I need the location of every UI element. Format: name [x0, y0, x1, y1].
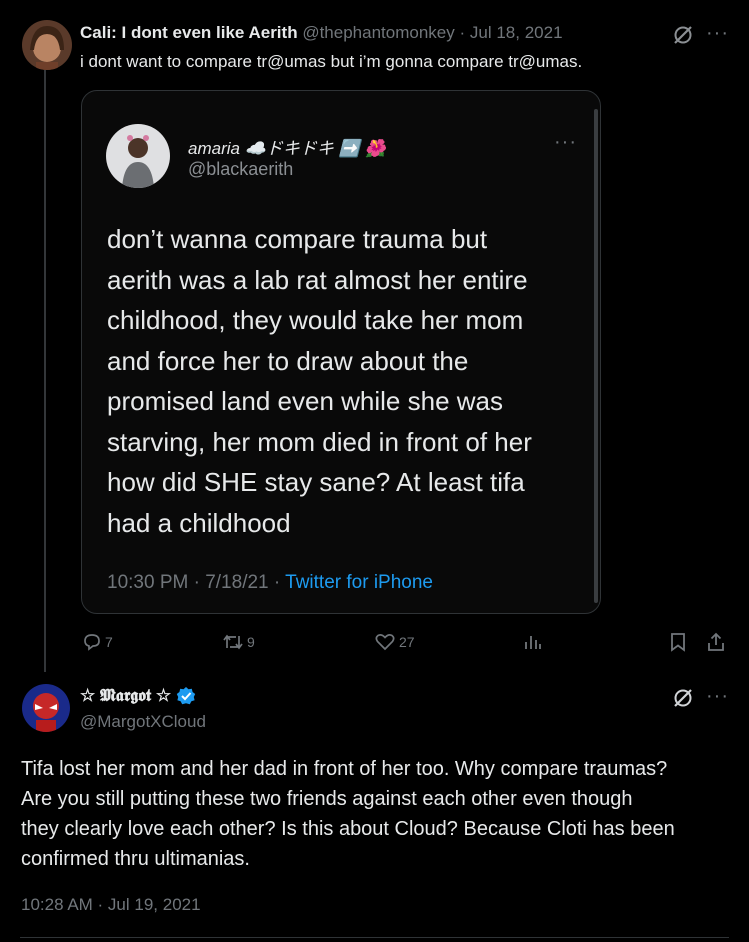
- retweet-icon: [223, 634, 243, 650]
- display-name[interactable]: Cali: I dont even like Aerith: [80, 23, 298, 42]
- embedded-source-link: Twitter for iPhone: [285, 572, 433, 593]
- more-options-icon[interactable]: ···: [706, 22, 729, 45]
- embedded-text-line: don’t wanna compare trauma but: [107, 224, 488, 254]
- tweet-text-line: Are you still putting these two friends …: [21, 788, 633, 810]
- tweet-text-line: confirmed thru ultimanias.: [21, 848, 250, 870]
- share-button[interactable]: [706, 628, 726, 656]
- embedded-text-line: and force her to draw about the: [107, 345, 469, 376]
- avatar[interactable]: [22, 684, 70, 732]
- embedded-tweet-text: don’t wanna compare trauma but aerith wa…: [107, 219, 577, 543]
- reply-icon: [84, 634, 100, 651]
- tweet-date[interactable]: Jul 18, 2021: [470, 23, 563, 42]
- bookmark-button[interactable]: [668, 628, 688, 656]
- embedded-text-line: had a childhood: [107, 507, 291, 538]
- embedded-screenshot[interactable]: amaria ☁️ドキドキ ➡️ 🌺 @blackaerith ··· don’…: [81, 90, 601, 614]
- grok-icon[interactable]: [672, 687, 694, 709]
- embedded-avatar-image: [106, 124, 170, 188]
- tweet-header-actions: ···: [672, 685, 732, 713]
- embedded-text-line: how did SHE stay sane? At least tifa: [107, 467, 525, 497]
- avatar[interactable]: [22, 20, 72, 70]
- avatar-image: [22, 20, 72, 70]
- analytics-icon: [525, 636, 541, 649]
- embedded-more-icon: ···: [554, 131, 577, 153]
- handle[interactable]: @thephantomonkey: [302, 23, 454, 42]
- tweet-text: Tifa lost her mom and her dad in front o…: [21, 754, 736, 874]
- handle[interactable]: @MargotXCloud: [80, 712, 206, 732]
- heart-icon: [375, 633, 395, 651]
- tweet-header: Cali: I dont even like Aerith @thephanto…: [80, 23, 563, 43]
- embedded-scrollbar: [594, 109, 598, 603]
- embedded-text-line: childhood, they would take her mom: [107, 305, 524, 335]
- grok-icon[interactable]: [672, 24, 694, 46]
- bookmark-icon: [671, 633, 685, 652]
- divider: [20, 937, 729, 938]
- embedded-timestamp: 10:30 PM · 7/18/21 ·: [107, 572, 286, 593]
- more-options-icon[interactable]: ···: [706, 685, 729, 708]
- separator: ·: [459, 23, 466, 42]
- reply-count: 7: [105, 634, 113, 650]
- views-button[interactable]: [522, 628, 542, 656]
- embedded-avatar: [106, 124, 170, 188]
- embedded-meta: 10:30 PM · 7/18/21 · Twitter for iPhone: [107, 572, 433, 594]
- reply-button[interactable]: 7: [82, 628, 113, 656]
- avatar-image: [22, 684, 70, 732]
- share-icon: [708, 632, 724, 651]
- display-name[interactable]: ☆ 𝕸𝖆𝖗𝖌𝖔𝖙 ☆: [80, 686, 171, 706]
- embedded-text-line: starving, her mom died in front of her: [107, 426, 532, 457]
- verified-badge-icon: [176, 687, 196, 705]
- embedded-handle: @blackaerith: [188, 159, 294, 179]
- tweet-text-line: Tifa lost her mom and her dad in front o…: [21, 758, 668, 780]
- like-button[interactable]: 27: [374, 628, 415, 656]
- retweet-button[interactable]: 9: [222, 628, 255, 656]
- tweet-header: ☆ 𝕸𝖆𝖗𝖌𝖔𝖙 ☆: [80, 686, 196, 706]
- tweet-timestamp[interactable]: 10:28 AM · Jul 19, 2021: [21, 895, 201, 915]
- embedded-display-name: amaria ☁️ドキドキ ➡️ 🌺: [188, 139, 386, 158]
- embedded-text-line: promised land even while she was: [107, 386, 503, 416]
- tweet-header-actions: ···: [672, 22, 732, 50]
- retweet-count: 9: [247, 634, 255, 650]
- tweet-text: i dont want to compare tr@umas but i’m g…: [80, 52, 583, 71]
- embedded-text-line: aerith was a lab rat almost her entire: [107, 264, 528, 295]
- tweet-text-line: they clearly love each other? Is this ab…: [21, 818, 675, 840]
- thread-connector: [44, 70, 46, 672]
- like-count: 27: [399, 634, 415, 650]
